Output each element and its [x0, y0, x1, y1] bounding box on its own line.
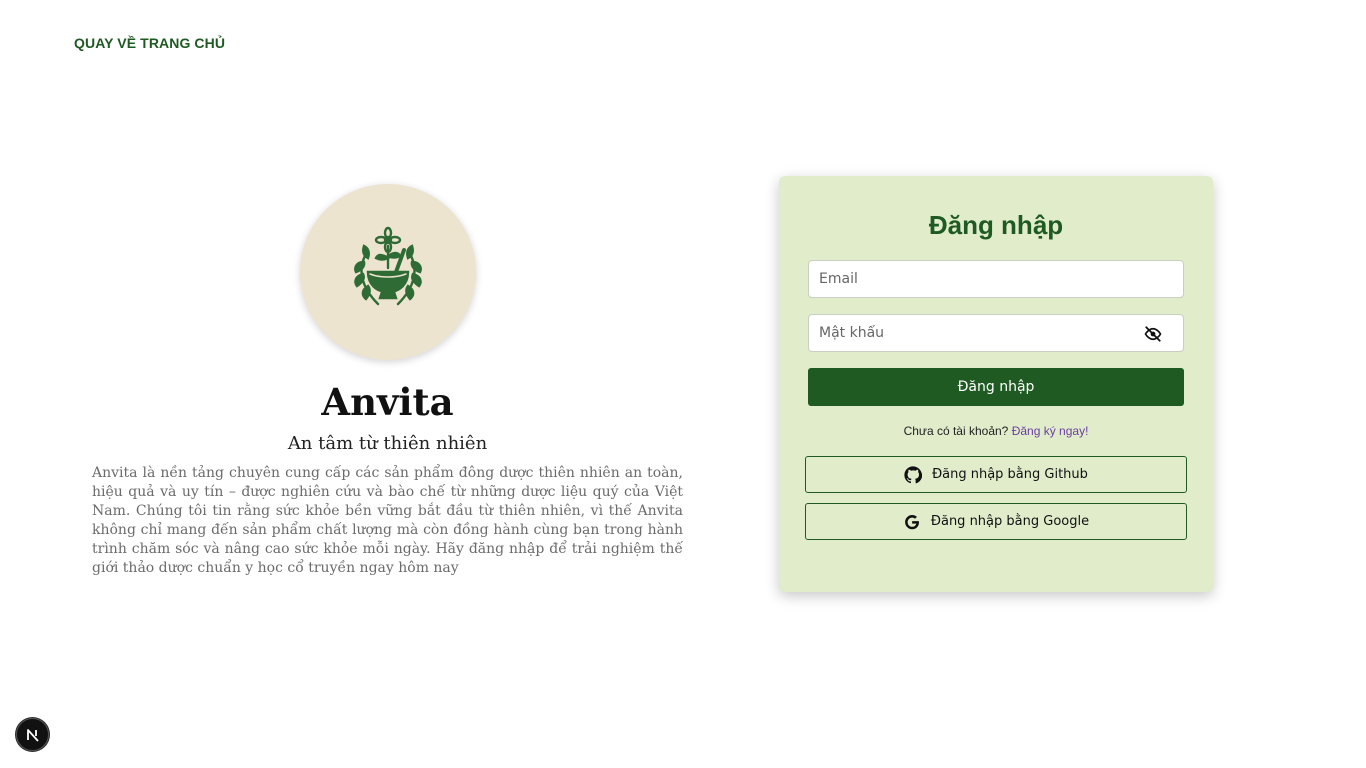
- brand-description: Anvita là nền tảng chuyên cung cấp các s…: [92, 465, 683, 576]
- google-login-button[interactable]: Đăng nhập bằng Google: [805, 503, 1187, 540]
- brand-name: Anvita: [321, 380, 454, 424]
- herbal-mortar-logo-icon: [299, 184, 476, 360]
- github-login-label: Đăng nhập bằng Github: [932, 467, 1088, 482]
- password-input[interactable]: [809, 315, 1183, 351]
- email-field[interactable]: [808, 260, 1184, 298]
- brand-tagline: An tâm từ thiên nhiên: [287, 433, 488, 454]
- login-submit-button[interactable]: Đăng nhập: [808, 368, 1184, 406]
- brand-section: Anvita An tâm từ thiên nhiên Anvita là n…: [92, 184, 683, 578]
- signup-link[interactable]: Đăng ký ngay!: [1012, 424, 1089, 438]
- github-login-button[interactable]: Đăng nhập bằng Github: [805, 456, 1187, 493]
- email-input[interactable]: [809, 261, 1183, 297]
- google-icon: [903, 513, 921, 531]
- signup-prompt-text: Chưa có tài khoản?: [903, 424, 1009, 438]
- eye-off-icon[interactable]: [1143, 324, 1163, 344]
- back-to-home-link[interactable]: QUAY VỀ TRANG CHỦ: [74, 35, 225, 51]
- next-logo-icon: [26, 728, 39, 742]
- login-title: Đăng nhập: [928, 210, 1064, 240]
- password-field[interactable]: [808, 314, 1184, 352]
- github-icon: [904, 465, 923, 484]
- dev-tools-badge[interactable]: [16, 718, 49, 751]
- login-card: Đăng nhập Đăng nhập Chưa có tài khoản? Đ…: [779, 176, 1213, 592]
- google-login-label: Đăng nhập bằng Google: [930, 514, 1090, 529]
- signup-prompt: Chưa có tài khoản? Đăng ký ngay!: [779, 424, 1213, 438]
